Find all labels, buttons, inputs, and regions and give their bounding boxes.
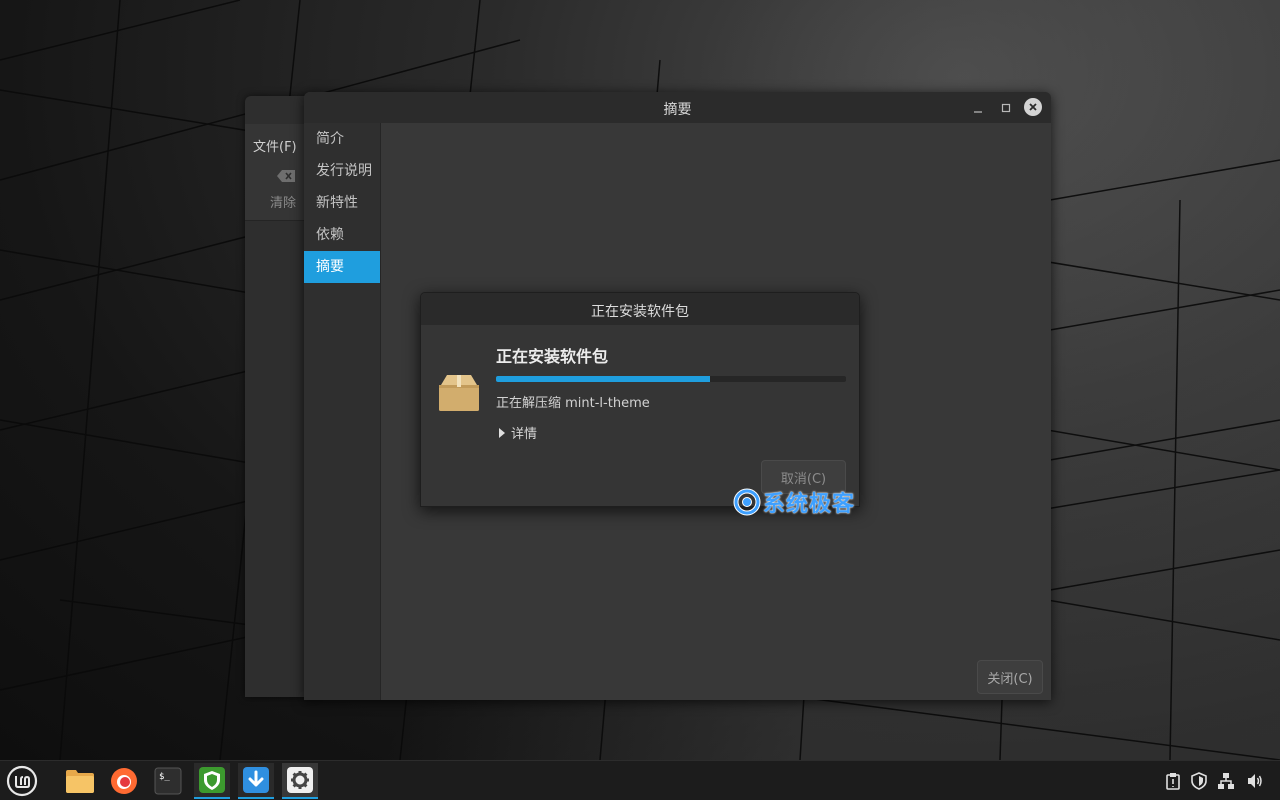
details-expander[interactable]: 详情 xyxy=(499,423,537,442)
close-window-button[interactable]: 关闭(C) xyxy=(977,660,1043,694)
firefox-icon xyxy=(111,768,137,794)
window-title: 摘要 xyxy=(663,102,692,118)
taskbar-settings[interactable] xyxy=(282,763,318,799)
sidebar-item-intro[interactable]: 简介 xyxy=(304,123,380,155)
terminal-icon: $_ xyxy=(154,767,182,795)
sidebar-item-dependencies[interactable]: 依赖 xyxy=(304,219,380,251)
expand-arrow-icon xyxy=(499,427,505,438)
update-manager-icon xyxy=(199,767,225,793)
menu-file[interactable]: 文件(F) xyxy=(253,136,297,155)
clear-icon[interactable] xyxy=(277,170,295,182)
watermark: 系统极客 xyxy=(733,486,855,518)
settings-gear-icon xyxy=(287,767,313,793)
taskbar-firefox[interactable] xyxy=(106,763,142,799)
install-progress-dialog: 正在安装软件包 正在安装软件包 正在解压缩 mint-l-theme 详情 取消… xyxy=(420,292,860,507)
package-icon xyxy=(439,375,479,411)
wizard-sidebar: 简介 发行说明 新特性 依赖 摘要 xyxy=(304,123,381,700)
minimize-button[interactable] xyxy=(968,98,988,118)
volume-icon xyxy=(1248,774,1262,788)
taskbar-terminal[interactable]: $_ xyxy=(150,763,186,799)
download-icon xyxy=(243,767,269,793)
watermark-text: 系统极客 xyxy=(763,492,856,517)
maximize-button[interactable] xyxy=(996,98,1016,118)
progress-bar-fill xyxy=(496,376,710,382)
taskbar-update-manager[interactable] xyxy=(194,763,230,799)
close-icon xyxy=(1029,103,1037,111)
sidebar-item-release-notes[interactable]: 发行说明 xyxy=(304,155,380,187)
mint-menu-icon[interactable] xyxy=(6,765,38,797)
tray-network[interactable] xyxy=(1216,771,1236,791)
minimize-icon xyxy=(974,111,982,113)
network-icon xyxy=(1218,773,1234,789)
taskbar-installer[interactable] xyxy=(238,763,274,799)
taskbar-files[interactable] xyxy=(62,763,98,799)
install-status-text: 正在解压缩 mint-l-theme xyxy=(496,396,650,411)
tray-volume[interactable] xyxy=(1245,771,1265,791)
svg-text:$_: $_ xyxy=(159,772,170,782)
install-progress-bar xyxy=(496,376,846,382)
taskbar: $_ xyxy=(0,760,1280,800)
watermark-logo-icon xyxy=(733,488,761,516)
sidebar-item-summary[interactable]: 摘要 xyxy=(304,251,380,283)
dialog-heading: 正在安装软件包 xyxy=(496,347,609,366)
clear-button-label[interactable]: 清除 xyxy=(270,192,296,211)
files-icon xyxy=(66,770,94,793)
dialog-titlebar[interactable]: 正在安装软件包 xyxy=(421,293,859,325)
sidebar-item-new-features[interactable]: 新特性 xyxy=(304,187,380,219)
window-close-button[interactable] xyxy=(1024,98,1042,116)
window-titlebar[interactable]: 摘要 xyxy=(304,92,1051,123)
tray-security[interactable] xyxy=(1189,771,1209,791)
dialog-title: 正在安装软件包 xyxy=(591,304,689,320)
tray-clipboard[interactable] xyxy=(1163,771,1183,791)
maximize-icon xyxy=(1001,103,1011,113)
shield-icon xyxy=(1191,772,1207,790)
clipboard-icon xyxy=(1166,773,1180,790)
details-label: 详情 xyxy=(511,427,538,442)
